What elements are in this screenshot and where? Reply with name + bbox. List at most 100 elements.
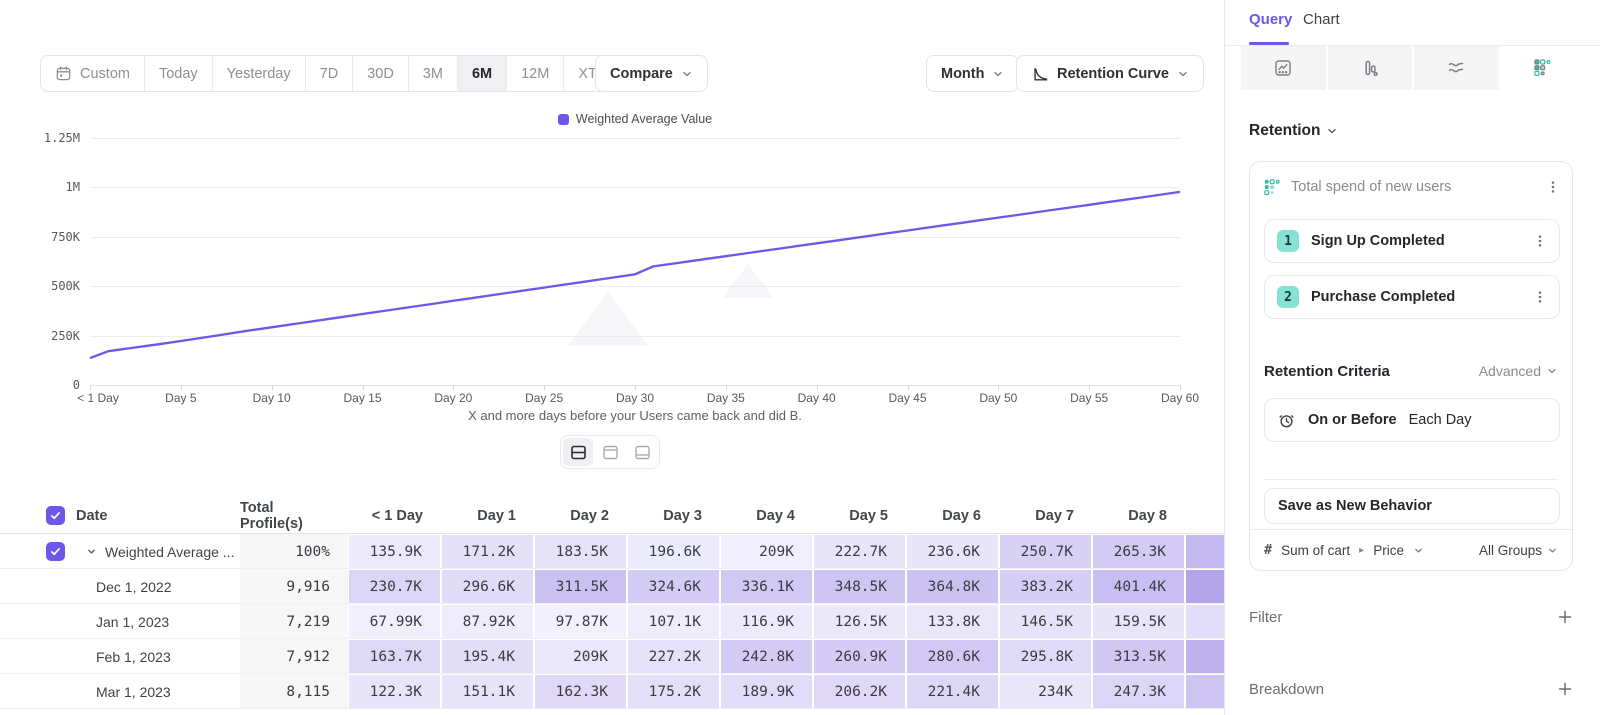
- retention-value-cell: 324.6K: [628, 570, 719, 603]
- retention-table: DateTotal Profile(s)< 1 DayDay 1Day 2Day…: [0, 497, 1224, 709]
- total-profiles-value: 100%: [240, 534, 348, 569]
- column-header-day[interactable]: < 1 Day: [348, 497, 441, 534]
- filter-section[interactable]: Filter: [1249, 605, 1573, 629]
- behavior-step-2[interactable]: 2 Purchase Completed: [1264, 275, 1560, 319]
- retention-value-cell: 107.1K: [628, 605, 719, 638]
- chevron-down-icon: [1326, 125, 1338, 137]
- timing-row[interactable]: On or Before Each Day: [1264, 398, 1560, 442]
- insights-icon: [1273, 58, 1293, 78]
- chart-line-series: [0, 0, 1224, 500]
- retention-value-cell: 364.8K: [907, 570, 998, 603]
- split-view-toggle[interactable]: [563, 438, 593, 466]
- column-header-day[interactable]: Day 6: [906, 497, 999, 534]
- save-as-new-behavior-button[interactable]: Save as New Behavior: [1264, 488, 1560, 524]
- retention-value-cell: 151.1K: [442, 675, 533, 708]
- row-label: Mar 1, 2023: [96, 684, 171, 700]
- report-type-tabs: [1241, 46, 1585, 90]
- check-icon: [49, 545, 62, 558]
- retention-value-cell-clipped: [1186, 570, 1224, 603]
- step-number-badge: 2: [1277, 286, 1299, 308]
- check-icon: [49, 509, 62, 522]
- row-checkbox[interactable]: [46, 542, 65, 561]
- column-header-day[interactable]: Day 1: [441, 497, 534, 534]
- retention-value-cell: 87.92K: [442, 605, 533, 638]
- active-tab-underline: [1249, 42, 1289, 45]
- retention-value-cell: 171.2K: [442, 535, 533, 568]
- table-row: Mar 1, 2023 8,115122.3K151.1K162.3K175.2K…: [0, 674, 1224, 709]
- timing-condition: On or Before: [1308, 412, 1397, 428]
- table-bottom-view-toggle[interactable]: [627, 438, 657, 466]
- retention-value-cell: 195.4K: [442, 640, 533, 673]
- tab-flows[interactable]: [1414, 46, 1499, 90]
- table-bottom-view-icon: [634, 444, 651, 461]
- column-header-date[interactable]: Date: [76, 497, 240, 534]
- kebab-menu-icon[interactable]: [1531, 232, 1549, 250]
- divider: [1264, 479, 1558, 480]
- behavior-step-1[interactable]: 1Sign Up Completed: [1264, 219, 1560, 263]
- chart-top-view-icon: [602, 444, 619, 461]
- chevron-down-icon: [1413, 545, 1424, 556]
- retention-value-cell: 162.3K: [535, 675, 626, 708]
- retention-value-cell: 230.7K: [349, 570, 440, 603]
- retention-value-cell: 159.5K: [1093, 605, 1184, 638]
- select-all-checkbox[interactable]: [46, 506, 65, 525]
- column-header-day[interactable]: Day 8: [1092, 497, 1185, 534]
- retention-value-cell: 311.5K: [535, 570, 626, 603]
- save-as-new-behavior-label: Save as New Behavior: [1278, 498, 1432, 514]
- retention-value-cell: 189.9K: [721, 675, 812, 708]
- row-label: Dec 1, 2022: [96, 579, 172, 595]
- tab-query[interactable]: Query: [1249, 11, 1292, 28]
- retention-value-cell: 146.5K: [1000, 605, 1091, 638]
- retention-line-chart: Weighted Average Value 0250K500K750K1M1.…: [0, 0, 1224, 500]
- tab-insights[interactable]: [1241, 46, 1326, 90]
- column-header-day[interactable]: Day 7: [999, 497, 1092, 534]
- column-header-day[interactable]: Day 5: [813, 497, 906, 534]
- total-profiles-value: 9,916: [240, 569, 348, 604]
- step-number-badge: 1: [1277, 230, 1299, 252]
- retention-value-cell: 133.8K: [907, 605, 998, 638]
- chevron-down-icon: [1546, 365, 1558, 377]
- breakdown-section[interactable]: Breakdown: [1249, 677, 1573, 701]
- expand-row-button[interactable]: [86, 546, 97, 557]
- retention-value-cell: 206.2K: [814, 675, 905, 708]
- chevron-down-icon: [1547, 545, 1558, 556]
- column-header-total-profiles[interactable]: Total Profile(s): [240, 497, 348, 534]
- column-header-day[interactable]: Day 2: [534, 497, 627, 534]
- retention-value-cell: 126.5K: [814, 605, 905, 638]
- table-row: Feb 1, 20237,912163.7K195.4K209K227.2K24…: [0, 639, 1224, 674]
- retention-icon: [1534, 59, 1552, 77]
- retention-value-cell: 222.7K: [814, 535, 905, 568]
- total-profiles-value: 7,912: [240, 639, 348, 674]
- metric-property[interactable]: Price: [1373, 543, 1404, 558]
- chart-top-view-toggle[interactable]: [595, 438, 625, 466]
- retention-value-cell: 265.3K: [1093, 535, 1184, 568]
- all-groups-dropdown[interactable]: All Groups: [1479, 543, 1558, 558]
- retention-value-cell: 97.87K: [535, 605, 626, 638]
- retention-value-cell: 175.2K: [628, 675, 719, 708]
- step-event-label: Purchase Completed: [1311, 289, 1519, 305]
- kebab-menu-icon[interactable]: [1531, 288, 1549, 306]
- behavior-card: Total spend of new users 1Sign Up Comple…: [1249, 161, 1573, 571]
- section-dropdown-retention[interactable]: Retention: [1249, 122, 1338, 140]
- retention-criteria-label: Retention Criteria: [1264, 363, 1390, 380]
- main-panel: CustomTodayYesterday7D30D3M6M12MXTD Comp…: [0, 0, 1224, 715]
- metric-label[interactable]: Sum of cart: [1281, 543, 1350, 558]
- plus-icon: [1557, 609, 1573, 625]
- retention-value-cell: 122.3K: [349, 675, 440, 708]
- tab-retention[interactable]: [1501, 46, 1586, 90]
- criteria-mode-label: Advanced: [1479, 363, 1541, 379]
- retention-icon: [1264, 179, 1281, 196]
- kebab-menu-icon[interactable]: [1544, 178, 1562, 196]
- behavior-card-header: Total spend of new users: [1264, 174, 1562, 200]
- total-profiles-value: 7,219: [240, 604, 348, 639]
- retention-value-cell: 234K: [1000, 675, 1091, 708]
- tab-chart[interactable]: Chart: [1303, 11, 1340, 28]
- sidebar-tab-bar: Query Chart: [1225, 0, 1600, 46]
- tab-funnels[interactable]: [1328, 46, 1413, 90]
- column-header-day[interactable]: Day 4: [720, 497, 813, 534]
- total-profiles-value: 8,115: [240, 674, 348, 709]
- retention-value-cell: 348.5K: [814, 570, 905, 603]
- column-header-day[interactable]: Day 3: [627, 497, 720, 534]
- filter-label: Filter: [1249, 609, 1282, 626]
- criteria-advanced-dropdown[interactable]: Advanced: [1479, 363, 1558, 379]
